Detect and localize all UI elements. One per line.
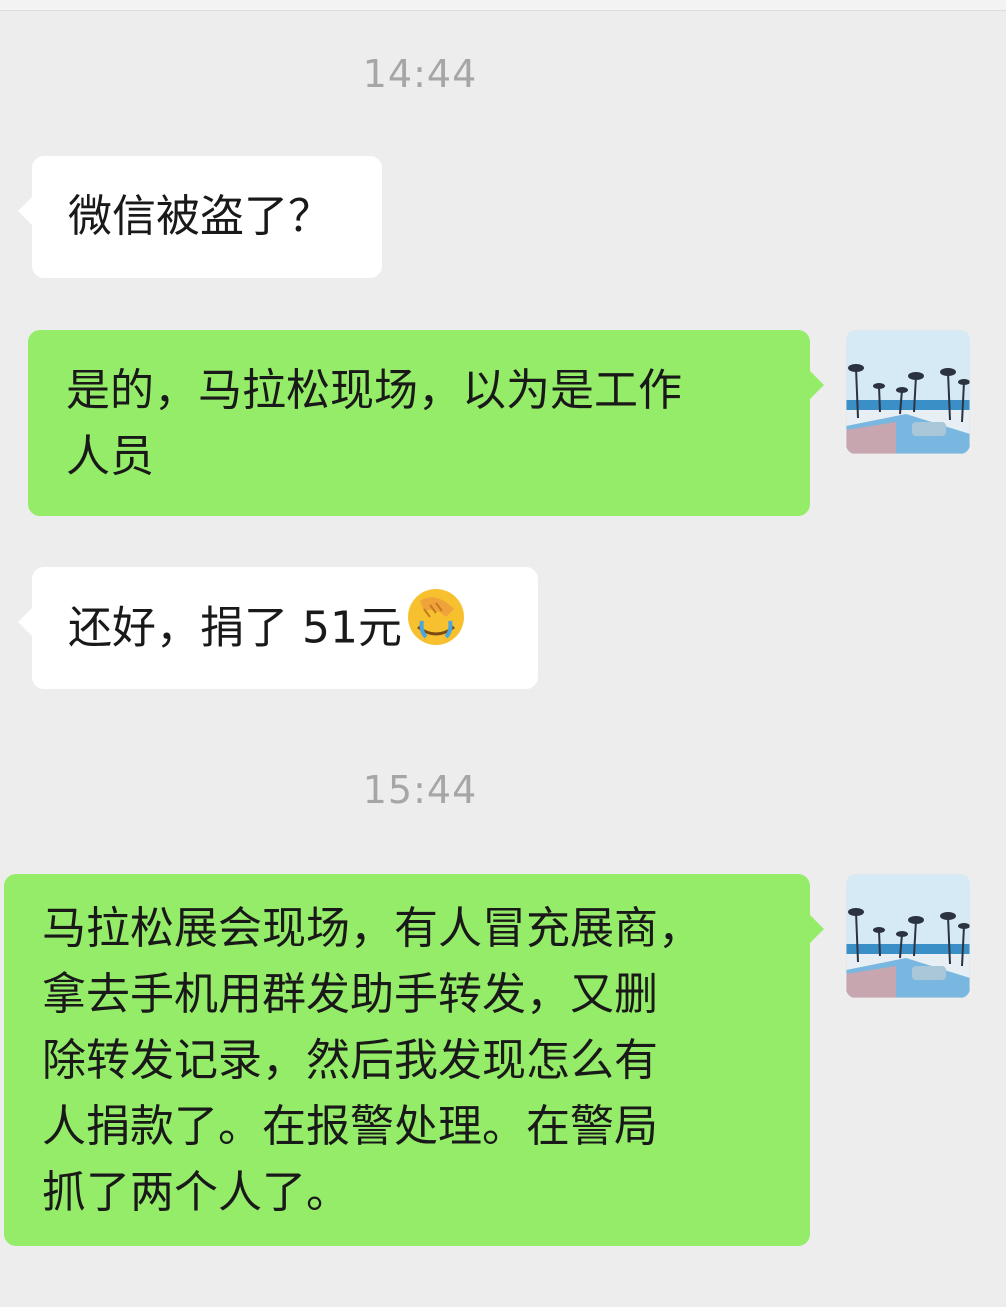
message-text: 微信被盗了？ xyxy=(68,191,332,242)
message-text: 还好，捐了 51元 xyxy=(68,589,502,666)
incoming-message-bubble[interactable]: 微信被盗了？ xyxy=(18,156,382,278)
avatar[interactable] xyxy=(846,330,970,454)
message-line: 除转发记录，然后我发现怎么有 xyxy=(42,1035,658,1086)
timestamp: 15:44 xyxy=(362,768,478,812)
outgoing-message-bubble[interactable]: 马拉松展会现场，有人冒充展商， 拿去手机用群发助手转发，又删 除转发记录，然后我… xyxy=(4,874,824,1246)
timestamp: 14:44 xyxy=(362,52,478,96)
incoming-message-bubble[interactable]: 还好，捐了 51元 xyxy=(18,567,538,689)
top-edge xyxy=(0,0,1006,11)
outgoing-message-bubble[interactable]: 是的，马拉松现场，以为是工作 人员 xyxy=(28,330,824,516)
facepalm-crying-emoji-icon xyxy=(406,587,466,666)
message-line: 拿去手机用群发助手转发，又删 xyxy=(42,969,658,1020)
beach-palm-trees-icon xyxy=(846,330,970,454)
message-line: 马拉松展会现场，有人冒充展商， xyxy=(42,903,702,954)
message-text-content: 还好，捐了 51元 xyxy=(68,602,402,654)
message-line: 是的，马拉松现场，以为是工作 xyxy=(66,365,682,416)
message-line: 人员 xyxy=(66,431,154,482)
message-line: 抓了两个人了。 xyxy=(42,1167,350,1218)
message-line: 人捐款了。在报警处理。在警局 xyxy=(42,1101,658,1152)
beach-palm-trees-icon xyxy=(846,874,970,998)
avatar[interactable] xyxy=(846,874,970,998)
